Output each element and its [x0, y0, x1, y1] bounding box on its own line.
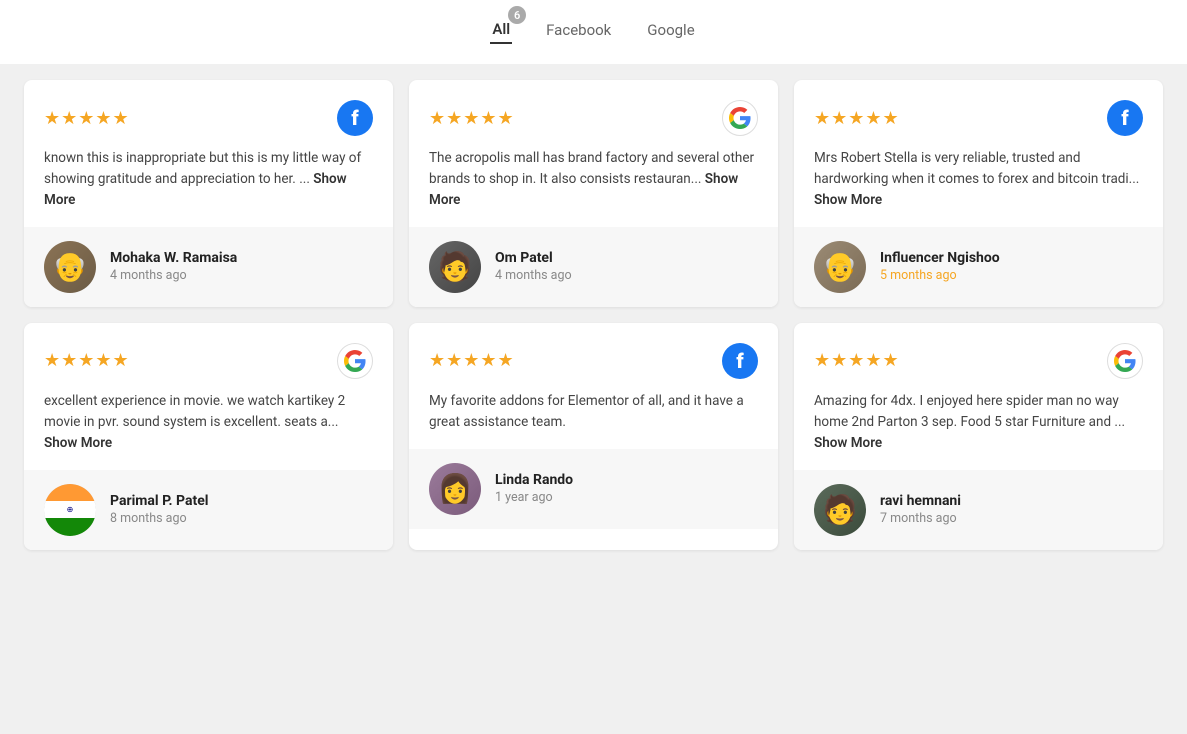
google-icon: [1107, 343, 1143, 379]
author-name: Om Patel: [495, 250, 572, 266]
review-author: 👩 Linda Rando 1 year ago: [409, 449, 778, 529]
author-time: 4 months ago: [495, 268, 572, 283]
review-text: My favorite addons for Elementor of all,…: [429, 391, 758, 433]
review-header: ★★★★★: [429, 100, 758, 136]
review-body: ★★★★★ excellent experience in movie. we …: [24, 323, 393, 470]
tab-facebook-label: Facebook: [546, 21, 611, 39]
review-author: ⊕ Parimal P. Patel 8 months ago: [24, 470, 393, 550]
avatar: ⊕: [44, 484, 96, 536]
review-header: ★★★★★: [814, 343, 1143, 379]
author-name: Parimal P. Patel: [110, 493, 209, 509]
review-text: excellent experience in movie. we watch …: [44, 391, 373, 454]
author-name: Linda Rando: [495, 472, 573, 488]
avatar: 🧑: [429, 241, 481, 293]
avatar: 👴: [44, 241, 96, 293]
tab-facebook[interactable]: Facebook: [544, 17, 613, 43]
review-text: Mrs Robert Stella is very reliable, trus…: [814, 148, 1143, 211]
review-body: ★★★★★ f known this is inappropriate but …: [24, 80, 393, 227]
avatar: 👩: [429, 463, 481, 515]
review-body: ★★★★★ f Mrs Robert Stella is very reliab…: [794, 80, 1163, 227]
star-rating: ★★★★★: [429, 108, 515, 129]
review-text: known this is inappropriate but this is …: [44, 148, 373, 211]
author-time: 8 months ago: [110, 511, 209, 526]
show-more-link[interactable]: Show More: [429, 171, 738, 208]
avatar: 🧑: [814, 484, 866, 536]
star-rating: ★★★★★: [814, 350, 900, 371]
avatar: 👴: [814, 241, 866, 293]
author-info: Om Patel 4 months ago: [495, 250, 572, 283]
facebook-icon: f: [1107, 100, 1143, 136]
author-info: Influencer Ngishoo 5 months ago: [880, 250, 1000, 283]
google-icon: [722, 100, 758, 136]
show-more-link[interactable]: Show More: [814, 435, 882, 451]
review-card: ★★★★★ excellent experience in movie. we …: [24, 323, 393, 550]
facebook-icon: f: [722, 343, 758, 379]
review-body: ★★★★★ f My favorite addons for Elementor…: [409, 323, 778, 449]
author-time: 4 months ago: [110, 268, 237, 283]
author-info: Linda Rando 1 year ago: [495, 472, 573, 505]
google-icon: [337, 343, 373, 379]
tab-google[interactable]: Google: [645, 17, 696, 43]
review-author: 🧑 ravi hemnani 7 months ago: [794, 470, 1163, 550]
review-author: 🧑 Om Patel 4 months ago: [409, 227, 778, 307]
review-card: ★★★★★ f My favorite addons for Elementor…: [409, 323, 778, 550]
review-header: ★★★★★: [44, 343, 373, 379]
review-card: ★★★★★ The acropolis mall has brand facto…: [409, 80, 778, 307]
star-rating: ★★★★★: [44, 350, 130, 371]
review-header: ★★★★★ f: [814, 100, 1143, 136]
review-card: ★★★★★ f Mrs Robert Stella is very reliab…: [794, 80, 1163, 307]
review-header: ★★★★★ f: [429, 343, 758, 379]
tab-all[interactable]: All 6: [490, 16, 512, 44]
review-author: 👴 Influencer Ngishoo 5 months ago: [794, 227, 1163, 307]
tabs-bar: All 6 Facebook Google: [0, 0, 1187, 64]
facebook-icon: f: [337, 100, 373, 136]
author-name: Mohaka W. Ramaisa: [110, 250, 237, 266]
star-rating: ★★★★★: [44, 108, 130, 129]
show-more-link[interactable]: Show More: [814, 192, 882, 208]
tab-google-label: Google: [647, 21, 694, 39]
author-name: Influencer Ngishoo: [880, 250, 1000, 266]
review-card: ★★★★★ Amazing for 4dx. I enjoyed here sp…: [794, 323, 1163, 550]
star-rating: ★★★★★: [814, 108, 900, 129]
reviews-grid: ★★★★★ f known this is inappropriate but …: [0, 64, 1187, 574]
author-time: 7 months ago: [880, 511, 961, 526]
review-body: ★★★★★ Amazing for 4dx. I enjoyed here sp…: [794, 323, 1163, 470]
review-header: ★★★★★ f: [44, 100, 373, 136]
review-card: ★★★★★ f known this is inappropriate but …: [24, 80, 393, 307]
author-name: ravi hemnani: [880, 493, 961, 509]
star-rating: ★★★★★: [429, 350, 515, 371]
author-time: 5 months ago: [880, 268, 1000, 283]
author-time: 1 year ago: [495, 490, 573, 505]
show-more-link[interactable]: Show More: [44, 171, 347, 208]
review-text: The acropolis mall has brand factory and…: [429, 148, 758, 211]
tab-all-badge: 6: [508, 6, 526, 24]
review-body: ★★★★★ The acropolis mall has brand facto…: [409, 80, 778, 227]
review-author: 👴 Mohaka W. Ramaisa 4 months ago: [24, 227, 393, 307]
author-info: Mohaka W. Ramaisa 4 months ago: [110, 250, 237, 283]
review-text: Amazing for 4dx. I enjoyed here spider m…: [814, 391, 1143, 454]
show-more-link[interactable]: Show More: [44, 435, 112, 451]
tab-all-label: All: [492, 20, 510, 38]
author-info: ravi hemnani 7 months ago: [880, 493, 961, 526]
author-info: Parimal P. Patel 8 months ago: [110, 493, 209, 526]
